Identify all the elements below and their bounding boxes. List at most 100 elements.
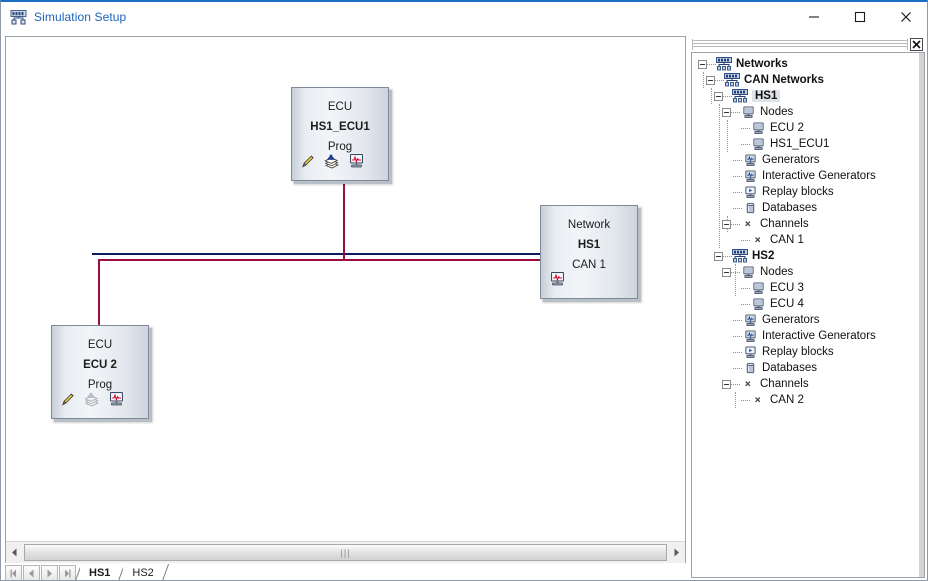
tree-connector-line	[741, 287, 750, 289]
tree-connector-line	[731, 383, 740, 385]
tree-row[interactable]: Generators	[692, 152, 924, 168]
tree-connector-line	[733, 207, 742, 209]
tree-row[interactable]: ECU 4	[692, 296, 924, 312]
last-record-button[interactable]	[59, 565, 76, 580]
networks-tree-panel: Networks CAN Networks HS1 Nodes ECU 2 HS1_ECU…	[691, 36, 925, 580]
tree-item-label: ECU 4	[770, 298, 804, 310]
generator-icon	[742, 329, 758, 343]
diagram-node-network-hs1[interactable]: Network HS1 CAN 1	[540, 205, 638, 299]
scroll-left-arrow-icon[interactable]	[6, 543, 23, 563]
tree-expander-collapse-icon[interactable]	[722, 107, 731, 117]
simulation-canvas-panel: ECU HS1_ECU1 Prog ECU ECU 2 Prog Network…	[5, 36, 686, 564]
tree-row[interactable]: ECU 2	[692, 120, 924, 136]
tree-expander-collapse-icon[interactable]	[706, 75, 715, 85]
previous-record-button[interactable]	[23, 565, 40, 580]
first-record-button[interactable]	[5, 565, 22, 580]
tree-row[interactable]: ECU 3	[692, 280, 924, 296]
tree-connector-line	[733, 191, 742, 193]
panel-drag-grip[interactable]	[692, 38, 908, 50]
node-action-icons	[60, 391, 126, 412]
tree-row[interactable]: Databases	[692, 200, 924, 216]
tree-item-label: Replay blocks	[762, 346, 834, 358]
scrollbar-thumb[interactable]: |||	[24, 544, 667, 561]
tree-item-label: CAN Networks	[744, 74, 824, 86]
window-body: ECU HS1_ECU1 Prog ECU ECU 2 Prog Network…	[1, 32, 927, 580]
minimize-button[interactable]	[791, 2, 837, 32]
tree-row[interactable]: Replay blocks	[692, 344, 924, 360]
node-type-label: Network	[567, 219, 611, 231]
close-button[interactable]	[883, 2, 927, 32]
scroll-right-arrow-icon[interactable]	[668, 543, 685, 563]
tree-row[interactable]: Interactive Generators	[692, 168, 924, 184]
tree-item-label: HS1	[752, 90, 781, 102]
tree-row[interactable]: Nodes	[692, 264, 924, 280]
generator-icon	[742, 313, 758, 327]
canvas-horizontal-scrollbar[interactable]: |||	[6, 541, 685, 563]
tree-expander-collapse-icon[interactable]	[698, 59, 707, 69]
tree-expander-collapse-icon[interactable]	[722, 379, 731, 389]
tree-expander-collapse-icon[interactable]	[714, 251, 723, 261]
monitor-signal-icon[interactable]	[108, 391, 126, 412]
tab-hs1[interactable]: HS1	[80, 564, 121, 580]
window-title: Simulation Setup	[34, 10, 127, 24]
tree-row[interactable]: Interactive Generators	[692, 328, 924, 344]
next-record-button[interactable]	[41, 565, 58, 580]
tree-row[interactable]: Channels	[692, 376, 924, 392]
bus-drop-ecu1	[343, 183, 345, 261]
tree-expander-collapse-icon[interactable]	[722, 267, 731, 277]
tree-item-label: ECU 3	[770, 282, 804, 294]
tree-connector-line	[715, 79, 724, 81]
database-icon	[742, 361, 758, 375]
tree-row[interactable]: Nodes	[692, 104, 924, 120]
tree-row[interactable]: CAN 1	[692, 232, 924, 248]
tree-item-label: Interactive Generators	[762, 170, 876, 182]
tree-row[interactable]: CAN 2	[692, 392, 924, 408]
database-stack-icon[interactable]	[323, 154, 340, 174]
node-name-label: HS1_ECU1	[310, 121, 370, 133]
tree-connector-line	[741, 303, 750, 305]
bus-line-secondary	[98, 259, 540, 261]
tree-item-label: Replay blocks	[762, 186, 834, 198]
tree-row[interactable]: Databases	[692, 360, 924, 376]
tree-row[interactable]: HS1_ECU1	[692, 136, 924, 152]
scrollbar-track[interactable]: |||	[24, 544, 667, 561]
tree-item-label: Interactive Generators	[762, 330, 876, 342]
tree-row[interactable]: Networks	[692, 56, 924, 72]
node-icon	[750, 281, 766, 295]
tree-item-label: Databases	[762, 202, 817, 214]
networks-tree[interactable]: Networks CAN Networks HS1 Nodes ECU 2 HS1_ECU…	[691, 52, 925, 578]
tree-connector-line	[723, 255, 732, 257]
database-stack-icon[interactable]	[83, 392, 100, 412]
node-icon	[740, 105, 756, 119]
tree-row[interactable]: CAN Networks	[692, 72, 924, 88]
tree-row[interactable]: HS2	[692, 248, 924, 264]
tree-item-label: CAN 2	[770, 394, 804, 406]
maximize-button[interactable]	[837, 2, 883, 32]
tab-hs2[interactable]: HS2	[123, 564, 164, 580]
node-channel-label: CAN 1	[572, 259, 606, 271]
pencil-icon[interactable]	[300, 154, 315, 174]
tree-connector-line	[731, 111, 740, 113]
monitor-signal-icon[interactable]	[549, 271, 567, 292]
network-tab-strip: HS1 HS2	[5, 563, 686, 580]
tree-row[interactable]: Channels	[692, 216, 924, 232]
tree-panel-titlebar	[691, 36, 925, 52]
tree-row[interactable]: HS1	[692, 88, 924, 104]
tab-label: HS1	[89, 566, 111, 579]
monitor-signal-icon[interactable]	[348, 153, 366, 174]
tree-vertical-scrollbar[interactable]	[919, 53, 924, 577]
diagram-node-hs1-ecu1[interactable]: ECU HS1_ECU1 Prog	[291, 87, 389, 181]
network-group-icon	[732, 249, 748, 263]
tree-expander-collapse-icon[interactable]	[714, 91, 723, 101]
network-group-icon	[724, 73, 740, 87]
tree-expander-collapse-icon[interactable]	[722, 219, 731, 229]
pencil-icon[interactable]	[60, 392, 75, 412]
panel-close-button[interactable]	[910, 37, 923, 51]
diagram-node-ecu2[interactable]: ECU ECU 2 Prog	[51, 325, 149, 419]
node-name-label: HS1	[577, 239, 601, 251]
simulation-canvas[interactable]: ECU HS1_ECU1 Prog ECU ECU 2 Prog Network…	[6, 37, 685, 541]
replay-icon	[742, 345, 758, 359]
tree-row[interactable]: Replay blocks	[692, 184, 924, 200]
tree-item-label: CAN 1	[770, 234, 804, 246]
tree-row[interactable]: Generators	[692, 312, 924, 328]
